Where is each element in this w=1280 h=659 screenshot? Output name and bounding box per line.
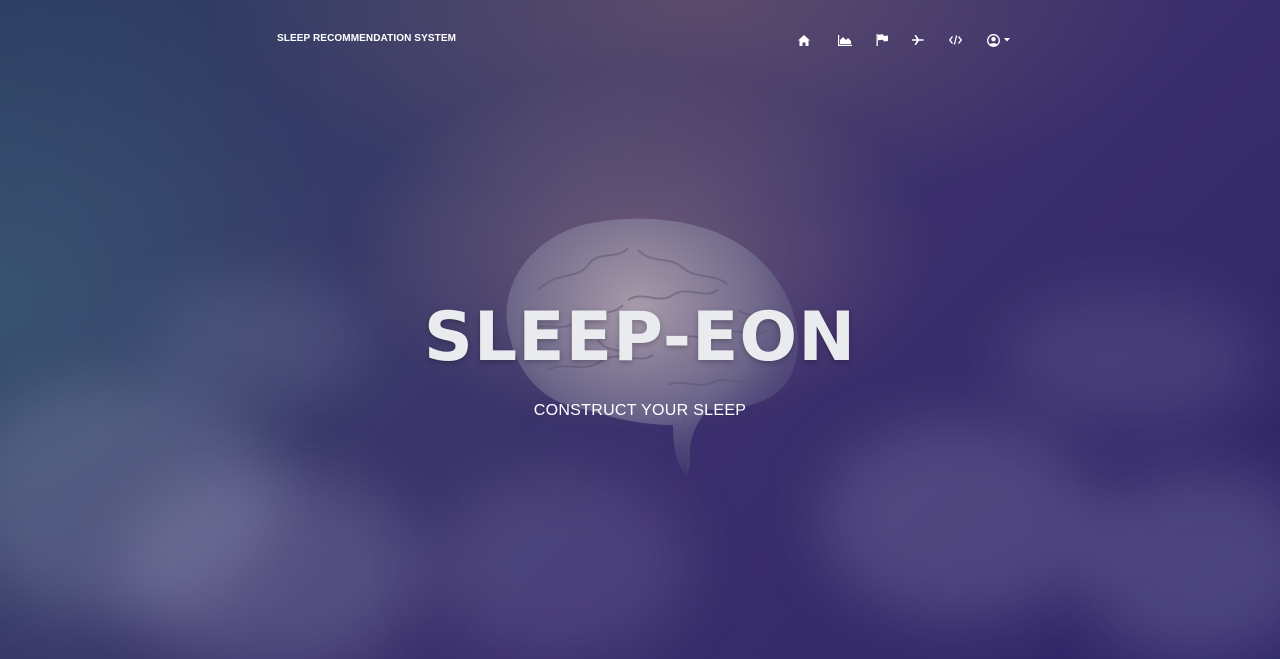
cloud-decoration [1080, 470, 1280, 659]
nav-home-link[interactable] [790, 31, 818, 49]
hero-subtitle: CONSTRUCT YOUR SLEEP [533, 402, 747, 419]
nav-goals-link[interactable] [864, 31, 900, 49]
cloud-decoration [430, 470, 690, 659]
cloud-decoration [820, 420, 1100, 620]
hero-title: SLEEP-EON [423, 298, 857, 377]
nav-developer-link[interactable] [936, 31, 974, 49]
home-icon [798, 34, 810, 46]
nav-icon-group [790, 31, 1016, 49]
chart-area-icon [838, 34, 852, 46]
navbar: SLEEP RECOMMENDATION SYSTEM [0, 0, 1280, 80]
user-circle-icon [986, 33, 1000, 47]
cloud-decoration [120, 470, 420, 659]
nav-analytics-link[interactable] [826, 31, 864, 49]
brand-link[interactable]: SLEEP RECOMMENDATION SYSTEM [277, 33, 456, 44]
hero-section: SLEEP RECOMMENDATION SYSTEM SLEEP-EON CO… [0, 0, 1280, 659]
user-menu-dropdown[interactable] [980, 31, 1016, 49]
caret-down-icon [1003, 38, 1010, 42]
nav-travel-link[interactable] [900, 31, 936, 49]
flag-icon [876, 34, 888, 46]
code-icon [948, 35, 962, 45]
plane-icon [912, 35, 924, 45]
